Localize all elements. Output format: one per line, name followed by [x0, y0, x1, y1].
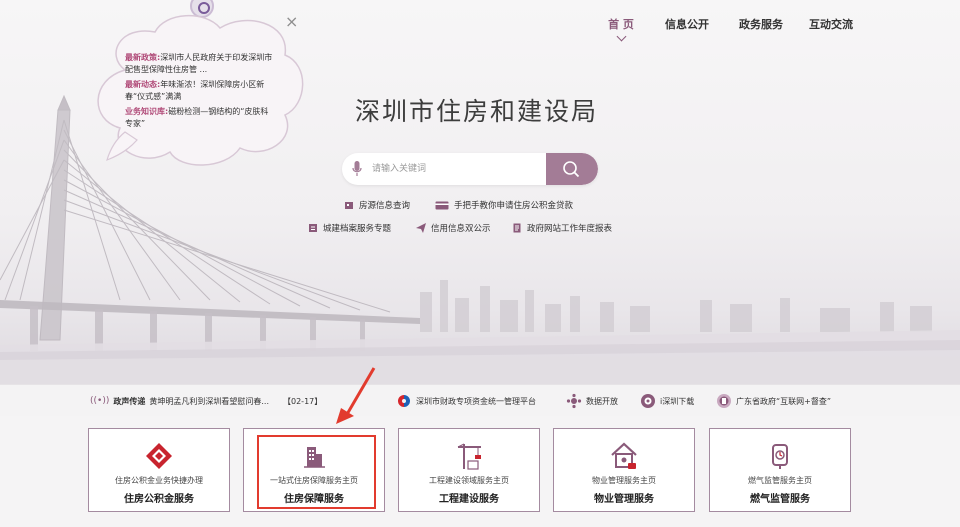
cloud-row-label: 最新政策: — [125, 53, 161, 62]
cloud-news-list: 最新政策:深圳市人民政府关于印发深圳市配售型保障性住房管 ... 最新动态:年味… — [125, 52, 275, 133]
cloud-row-label: 最新动态: — [125, 80, 161, 89]
card-title: 住房保障服务 — [284, 494, 344, 505]
nav-government-services[interactable]: 政务服务 — [730, 16, 792, 32]
service-cards: 住房公积金业务快捷办理 住房公积金服务 一站式住房保障服务主页 住房保障服务 工… — [0, 416, 960, 527]
search-input[interactable] — [372, 153, 552, 185]
report-icon — [513, 223, 521, 233]
info-link-label: 广东省政府“互联网+督查” — [736, 396, 831, 406]
quick-link-archives[interactable]: 城建档案服务专题 — [308, 222, 391, 234]
card-subtitle: 工程建设领域服务主页 — [429, 476, 509, 485]
search-icon — [563, 161, 580, 178]
info-link-label: 数据开放 — [586, 396, 618, 406]
notice-text: 黄坤明孟凡利到深圳看望慰问春... — [149, 396, 269, 406]
card-subtitle: 住房公积金业务快捷办理 — [115, 476, 203, 485]
quick-link-annual-report[interactable]: 政府网站工作年度报表 — [512, 222, 612, 234]
supervision-link[interactable]: 广东省政府“互联网+督查” — [716, 385, 831, 417]
card-gas[interactable]: 燃气监管服务主页 燃气监管服务 — [709, 428, 851, 512]
info-link-label: 深圳市财政专项资金统一管理平台 — [416, 396, 536, 406]
i-shenzhen-icon — [641, 394, 655, 408]
card-title: 物业管理服务 — [594, 494, 654, 505]
nav-interaction[interactable]: 互动交流 — [800, 16, 862, 32]
annotation-arrow-icon — [336, 367, 376, 424]
gas-icon — [772, 444, 788, 469]
cloud-row-label: 业务知识库: — [125, 107, 169, 116]
card-subtitle: 物业管理服务主页 — [592, 476, 656, 485]
quick-link-label: 城建档案服务专题 — [323, 224, 392, 234]
cloud-row-knowledge[interactable]: 业务知识库:磁粉检测—钢结构的“皮肤科专家” — [125, 106, 275, 130]
broadcast-icon: ((•)) — [90, 396, 110, 406]
search-button[interactable] — [546, 153, 598, 185]
archive-icon — [309, 224, 317, 232]
site-title: 深圳市住房和建设局 — [355, 97, 599, 126]
card-icon — [435, 201, 449, 210]
nav-info-disclosure[interactable]: 信息公开 — [656, 16, 718, 32]
finance-platform-icon — [398, 395, 410, 407]
card-title: 工程建设服务 — [439, 494, 499, 505]
quick-link-label: 政府网站工作年度报表 — [527, 224, 613, 234]
info-bar: ((•)) 政声传递 黄坤明孟凡利到深圳看望慰问春... 【02-17】 深圳市… — [0, 384, 960, 416]
supervision-icon — [717, 394, 731, 408]
house-info-icon — [345, 202, 353, 209]
quick-link-credit[interactable]: 信用信息双公示 — [416, 222, 491, 234]
microphone-icon[interactable] — [352, 160, 362, 178]
quick-link-label: 信用信息双公示 — [431, 224, 491, 234]
card-title: 燃气监管服务 — [750, 494, 810, 505]
card-housing-fund[interactable]: 住房公积金业务快捷办理 住房公积金服务 — [88, 428, 230, 512]
card-subtitle: 一站式住房保障服务主页 — [270, 476, 358, 485]
finance-platform-link[interactable]: 深圳市财政专项资金统一管理平台 — [396, 385, 536, 417]
info-link-label: i深圳下载 — [660, 396, 695, 406]
card-construction[interactable]: 工程建设领域服务主页 工程建设服务 — [398, 428, 540, 512]
building-icon — [304, 447, 325, 468]
notice-date: 【02-17】 — [283, 396, 323, 406]
cloud-row-policy[interactable]: 最新政策:深圳市人民政府关于印发深圳市配售型保障性住房管 ... — [125, 52, 275, 76]
card-property[interactable]: 物业管理服务主页 物业管理服务 — [553, 428, 695, 512]
i-shenzhen-link[interactable]: i深圳下载 — [640, 385, 694, 417]
top-nav: 首 页 信息公开 政务服务 互动交流 — [590, 16, 862, 32]
data-open-icon — [566, 393, 582, 409]
cloud-row-news[interactable]: 最新动态:年味渐浓！深圳保障房小区新春“仪式感”满满 — [125, 79, 275, 103]
card-title: 住房公积金服务 — [124, 494, 194, 505]
property-icon — [611, 442, 637, 469]
crane-icon — [457, 443, 481, 470]
search-bar — [342, 153, 598, 185]
card-housing-security[interactable]: 一站式住房保障服务主页 住房保障服务 — [243, 428, 385, 512]
close-icon[interactable]: × — [285, 14, 298, 30]
notice-ticker[interactable]: ((•)) 政声传递 黄坤明孟凡利到深圳看望慰问春... 【02-17】 — [90, 385, 322, 417]
quick-link-house-info[interactable]: 房源信息查询 — [344, 199, 410, 211]
notice-label: 政声传递 — [113, 396, 146, 406]
quick-link-label: 手把手教你申请住房公积金贷款 — [454, 201, 574, 211]
nav-home[interactable]: 首 页 — [590, 16, 652, 32]
quick-link-fund-loan[interactable]: 手把手教你申请住房公积金贷款 — [435, 199, 573, 211]
housing-fund-icon — [146, 443, 172, 469]
data-open-link[interactable]: 数据开放 — [566, 385, 618, 417]
quick-link-label: 房源信息查询 — [359, 201, 411, 211]
card-subtitle: 燃气监管服务主页 — [748, 476, 812, 485]
send-icon — [416, 223, 426, 233]
